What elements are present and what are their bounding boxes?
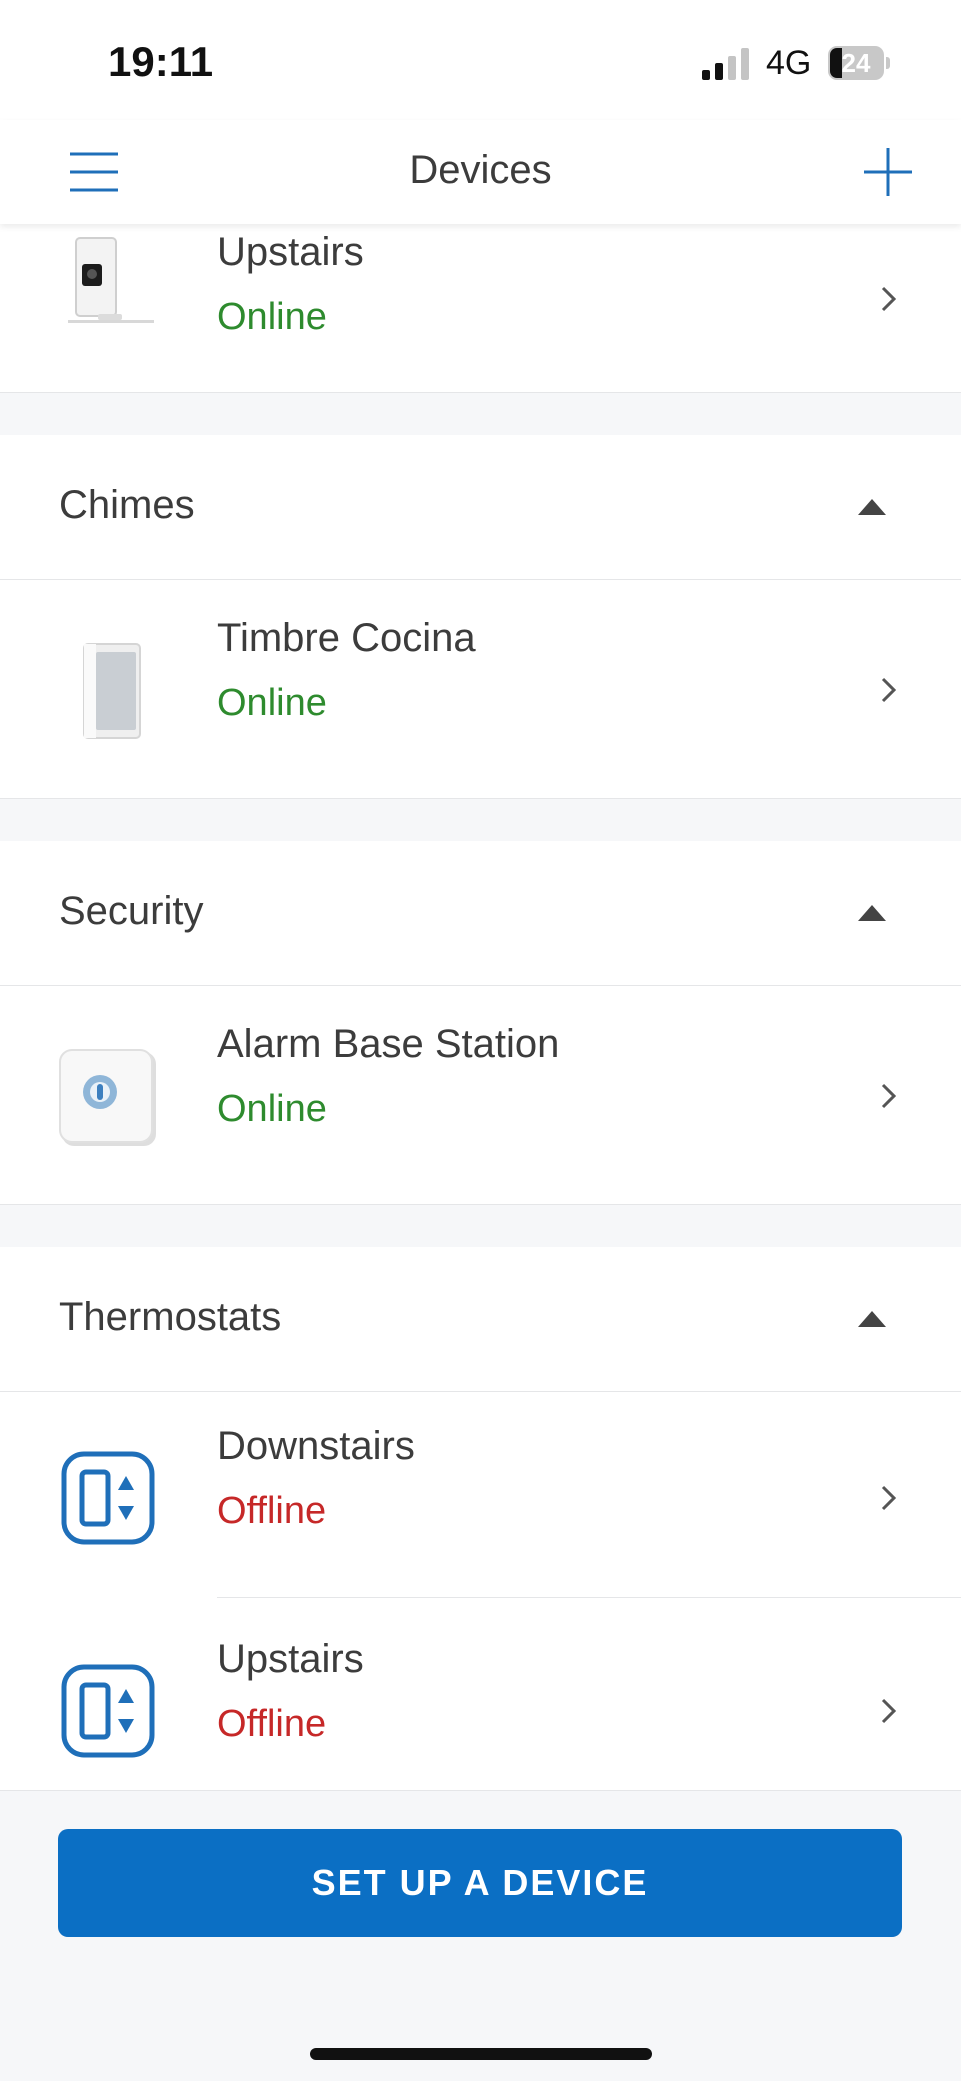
chevron-right-icon	[881, 1083, 897, 1109]
alarm-base-station-icon	[59, 1049, 156, 1146]
device-row-upstairs-camera[interactable]: Upstairs Online	[0, 224, 961, 392]
collapse-arrow-icon[interactable]	[858, 1311, 886, 1327]
status-time: 19:11	[108, 38, 214, 85]
thermostat-icon	[61, 1451, 155, 1545]
nav-bar: Devices	[0, 120, 961, 224]
collapse-arrow-icon[interactable]	[858, 905, 886, 921]
device-row-downstairs-thermostat[interactable]: Downstairs Offline	[0, 1392, 961, 1604]
page-title: Devices	[409, 148, 552, 192]
add-device-icon[interactable]	[858, 142, 918, 202]
chevron-right-icon	[881, 1698, 897, 1724]
section-title: Security	[59, 889, 204, 933]
device-status: Online	[217, 1088, 327, 1130]
section-spacer	[0, 1204, 961, 1248]
thermostat-icon	[61, 1664, 155, 1758]
device-status: Offline	[217, 1703, 327, 1745]
section-title: Thermostats	[59, 1295, 282, 1339]
battery-level: 24	[841, 48, 871, 78]
device-name: Downstairs	[217, 1424, 415, 1468]
section-spacer	[0, 798, 961, 842]
row-divider	[217, 1597, 961, 1598]
device-name: Upstairs	[217, 230, 364, 274]
chevron-right-icon	[881, 1485, 897, 1511]
device-status: Online	[217, 296, 327, 338]
device-row-alarm-base-station[interactable]: Alarm Base Station Online	[0, 986, 961, 1204]
status-bar: 19:11 4G 24	[0, 0, 961, 120]
section-header-chimes[interactable]: Chimes	[0, 435, 961, 580]
footer: SET UP A DEVICE	[0, 1790, 961, 2081]
device-status: Offline	[217, 1490, 327, 1532]
device-status: Online	[217, 682, 327, 724]
device-row-upstairs-thermostat[interactable]: Upstairs Offline	[0, 1605, 961, 1790]
section-spacer	[0, 392, 961, 436]
home-indicator[interactable]	[310, 2048, 652, 2060]
chime-icon	[83, 643, 141, 739]
device-name: Alarm Base Station	[217, 1022, 560, 1066]
network-type: 4G	[766, 44, 812, 82]
collapse-arrow-icon[interactable]	[858, 499, 886, 515]
cellular-signal-icon	[702, 48, 749, 80]
section-header-security[interactable]: Security	[0, 841, 961, 986]
battery-icon: 24	[828, 46, 890, 80]
set-up-device-button[interactable]: SET UP A DEVICE	[58, 1829, 902, 1937]
chevron-right-icon	[881, 286, 897, 312]
section-header-thermostats[interactable]: Thermostats	[0, 1247, 961, 1392]
section-title: Chimes	[59, 483, 195, 527]
device-list[interactable]: Upstairs Online Chimes Timbre Cocina Onl…	[0, 224, 961, 1790]
device-row-timbre-cocina[interactable]: Timbre Cocina Online	[0, 580, 961, 798]
chevron-right-icon	[881, 677, 897, 703]
device-name: Timbre Cocina	[217, 616, 476, 660]
device-name: Upstairs	[217, 1637, 364, 1681]
indoor-camera-icon	[68, 237, 154, 323]
